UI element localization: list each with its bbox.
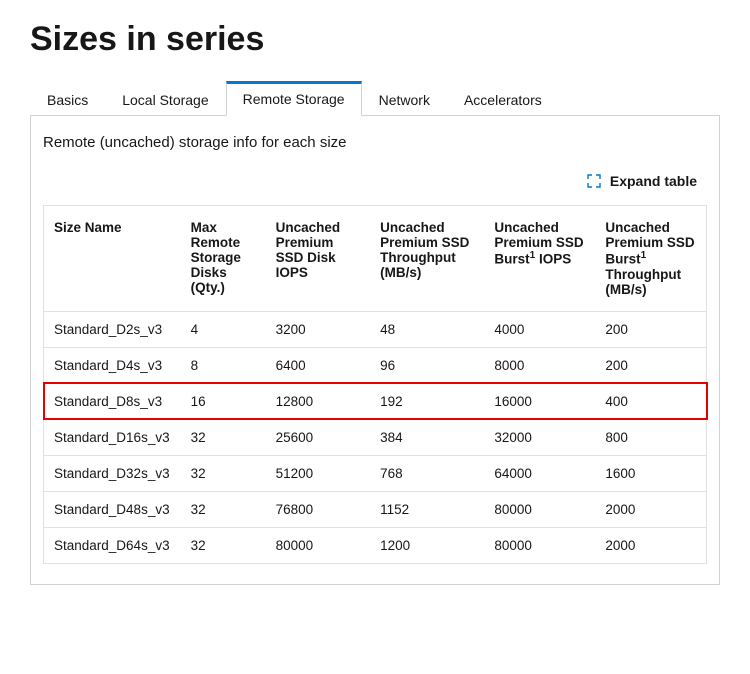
th-size-name: Size Name [44,206,181,312]
cell-max-disks: 32 [181,419,266,455]
cell-burst-iops: 64000 [484,455,595,491]
th-burst-throughput: Uncached Premium SSD Burst1 Throughput (… [595,206,706,312]
expand-table-label: Expand table [610,173,697,189]
cell-throughput: 768 [370,455,484,491]
cell-max-disks: 16 [181,383,266,419]
cell-max-disks: 32 [181,527,266,563]
cell-size-name: Standard_D32s_v3 [44,455,181,491]
cell-throughput: 1152 [370,491,484,527]
cell-burst-iops: 8000 [484,347,595,383]
tab-remote-storage[interactable]: Remote Storage [226,81,362,116]
table-row: Standard_D48s_v332768001152800002000 [44,491,707,527]
expand-icon [586,173,602,189]
cell-burst-thr: 1600 [595,455,706,491]
table-body: Standard_D2s_v343200484000200Standard_D4… [44,311,707,563]
tab-network[interactable]: Network [362,81,447,116]
cell-burst-thr: 2000 [595,491,706,527]
table-row: Standard_D2s_v343200484000200 [44,311,707,347]
cell-size-name: Standard_D4s_v3 [44,347,181,383]
cell-burst-iops: 16000 [484,383,595,419]
page-title: Sizes in series [30,20,720,59]
th-uncached-iops: Uncached Premium SSD Disk IOPS [266,206,371,312]
tab-basics[interactable]: Basics [30,81,105,116]
th-max-disks: Max Remote Storage Disks (Qty.) [181,206,266,312]
cell-max-disks: 4 [181,311,266,347]
cell-throughput: 384 [370,419,484,455]
cell-size-name: Standard_D8s_v3 [44,383,181,419]
cell-max-disks: 8 [181,347,266,383]
tab-accelerators[interactable]: Accelerators [447,81,559,116]
cell-burst-iops: 80000 [484,527,595,563]
expand-row: Expand table [43,173,707,189]
cell-burst-iops: 32000 [484,419,595,455]
cell-iops: 80000 [266,527,371,563]
table-row: Standard_D4s_v386400968000200 [44,347,707,383]
panel-description: Remote (uncached) storage info for each … [43,134,707,151]
table-header-row: Size Name Max Remote Storage Disks (Qty.… [44,206,707,312]
cell-size-name: Standard_D16s_v3 [44,419,181,455]
cell-burst-thr: 2000 [595,527,706,563]
panel-remote-storage: Remote (uncached) storage info for each … [30,116,720,585]
table-row: Standard_D16s_v3322560038432000800 [44,419,707,455]
cell-iops: 51200 [266,455,371,491]
cell-burst-iops: 80000 [484,491,595,527]
cell-iops: 3200 [266,311,371,347]
cell-burst-iops: 4000 [484,311,595,347]
cell-size-name: Standard_D64s_v3 [44,527,181,563]
cell-throughput: 1200 [370,527,484,563]
cell-iops: 6400 [266,347,371,383]
cell-burst-thr: 200 [595,347,706,383]
cell-max-disks: 32 [181,455,266,491]
cell-size-name: Standard_D2s_v3 [44,311,181,347]
cell-throughput: 96 [370,347,484,383]
cell-throughput: 192 [370,383,484,419]
expand-table-button[interactable]: Expand table [586,173,697,189]
cell-burst-thr: 400 [595,383,706,419]
th-uncached-throughput: Uncached Premium SSD Throughput (MB/s) [370,206,484,312]
tab-local-storage[interactable]: Local Storage [105,81,225,116]
sizes-table: Size Name Max Remote Storage Disks (Qty.… [43,205,707,564]
cell-iops: 12800 [266,383,371,419]
tabs-container: Basics Local Storage Remote Storage Netw… [30,81,720,116]
cell-iops: 25600 [266,419,371,455]
cell-iops: 76800 [266,491,371,527]
cell-max-disks: 32 [181,491,266,527]
table-row: Standard_D32s_v33251200768640001600 [44,455,707,491]
table-row: Standard_D64s_v332800001200800002000 [44,527,707,563]
cell-burst-thr: 800 [595,419,706,455]
cell-burst-thr: 200 [595,311,706,347]
cell-size-name: Standard_D48s_v3 [44,491,181,527]
cell-throughput: 48 [370,311,484,347]
th-burst-iops: Uncached Premium SSD Burst1 IOPS [484,206,595,312]
table-row: Standard_D8s_v3161280019216000400 [44,383,707,419]
